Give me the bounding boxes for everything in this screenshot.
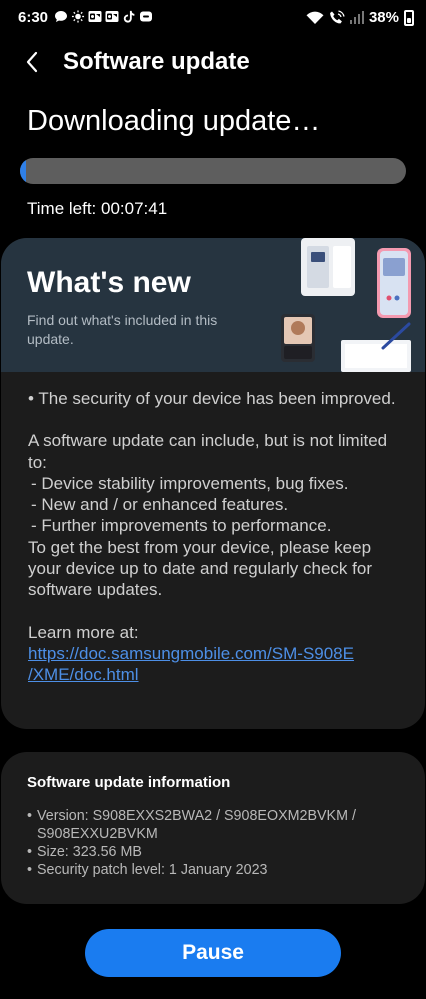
security-note: • The security of your device has been i… bbox=[28, 389, 396, 408]
release-notes: • The security of your device has been i… bbox=[28, 388, 408, 686]
wifi-calling-icon bbox=[330, 10, 345, 24]
pause-button[interactable]: Pause bbox=[85, 929, 341, 977]
app-badge-icon bbox=[140, 11, 152, 22]
whats-new-banner: What's new Find out what's included in t… bbox=[1, 238, 425, 372]
update-info-list: • Version: S908EXXS2BWA2 / S908EOXM2BVKM … bbox=[27, 807, 407, 879]
status-bar: 6:30 38% bbox=[0, 0, 426, 36]
app-header: Software update bbox=[0, 36, 426, 92]
whats-new-subtitle: Find out what's included in this update. bbox=[27, 312, 218, 347]
chat-bubble-icon bbox=[55, 11, 67, 22]
download-status-title: Downloading update… bbox=[27, 105, 321, 137]
learn-more-label: Learn more at: bbox=[28, 622, 139, 642]
signal-icon bbox=[349, 11, 364, 24]
notes-item: - New and / or enhanced features. bbox=[31, 495, 289, 515]
security-patch-info: Security patch level: 1 January 2023 bbox=[37, 862, 268, 878]
notes-item: - Device stability improvements, bug fix… bbox=[31, 473, 349, 493]
tiktok-icon bbox=[123, 10, 135, 23]
battery-icon bbox=[404, 9, 414, 26]
notification-icons bbox=[54, 10, 153, 23]
update-info-card: Software update information • Version: S9… bbox=[1, 752, 425, 904]
notes-item: - Further improvements to performance. bbox=[31, 516, 332, 536]
notes-intro: A software update can include, but is no… bbox=[28, 431, 388, 472]
time-left-label: Time left: 00:07:41 bbox=[27, 199, 168, 218]
update-info-title: Software update information bbox=[27, 774, 231, 791]
devices-illustration bbox=[281, 238, 411, 372]
whats-new-title: What's new bbox=[27, 266, 191, 299]
chevron-left-icon bbox=[26, 51, 38, 73]
whats-new-card: What's new Find out what's included in t… bbox=[1, 238, 425, 729]
page-title: Software update bbox=[63, 48, 250, 75]
notes-closing: To get the best from your device, please… bbox=[28, 537, 372, 600]
download-progress-fill bbox=[20, 158, 26, 184]
wifi-icon bbox=[306, 11, 324, 24]
download-progress-bar bbox=[20, 158, 406, 184]
status-time: 6:30 bbox=[18, 9, 49, 26]
battery-level bbox=[407, 17, 411, 23]
brightness-icon bbox=[71, 10, 85, 23]
battery-percentage: 38% bbox=[368, 9, 399, 26]
status-right: 38% bbox=[306, 9, 414, 26]
size-info: Size: 323.56 MB bbox=[37, 844, 142, 860]
back-button[interactable] bbox=[14, 44, 50, 80]
learn-more-link[interactable]: https://doc.samsungmobile.com/SM-S908E/X… bbox=[28, 644, 354, 684]
version-info: Version: S908EXXS2BWA2 / S908EOXM2BVKM /… bbox=[37, 808, 356, 842]
outlook-icon bbox=[105, 11, 119, 22]
outlook-icon bbox=[88, 11, 102, 22]
